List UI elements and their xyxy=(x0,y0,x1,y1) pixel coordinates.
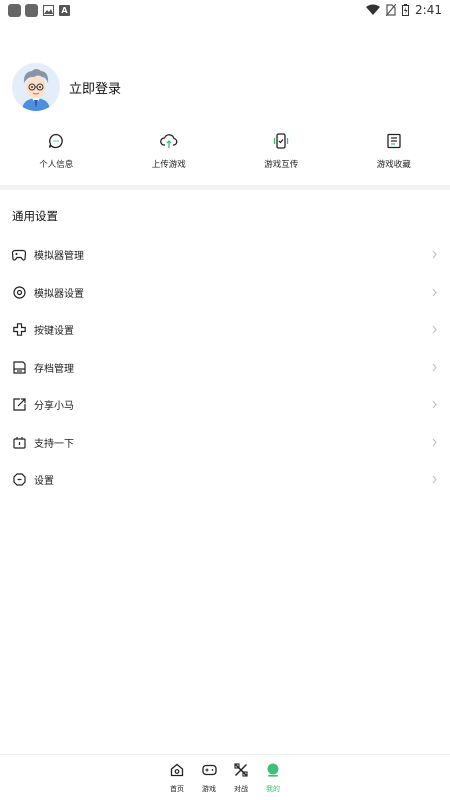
tv-icon xyxy=(12,435,26,449)
quick-item-label: 游戏互传 xyxy=(264,160,299,170)
gamepad-icon xyxy=(201,762,217,778)
gear-icon xyxy=(12,285,26,299)
menu-item-share[interactable]: 分享小马 xyxy=(0,386,450,424)
nav-games[interactable]: 游戏 xyxy=(200,762,218,800)
menu-item-emulator-settings[interactable]: 模拟器设置 xyxy=(0,274,450,312)
bottom-nav: 首页 游戏 对战 我的 xyxy=(0,754,450,800)
menu-item-label: 模拟器设置 xyxy=(34,288,84,300)
settings-menu: 模拟器管理 模拟器设置 按键设置 存档管理 分享小马 支持一下 设置 xyxy=(0,236,450,499)
profile-header[interactable]: 立即登录 xyxy=(12,63,121,111)
menu-item-label: 按键设置 xyxy=(34,326,74,338)
share-icon xyxy=(12,398,26,412)
menu-item-label: 存档管理 xyxy=(34,363,74,375)
nav-home[interactable]: 首页 xyxy=(168,762,186,800)
avatar[interactable] xyxy=(12,63,60,111)
nav-mine[interactable]: 我的 xyxy=(264,762,282,800)
quick-item-game-transfer[interactable]: 游戏互传 xyxy=(225,132,338,180)
app-icon xyxy=(25,3,38,17)
battle-icon xyxy=(233,762,249,778)
cloud-upload-icon xyxy=(159,132,178,150)
clock: 2:41 xyxy=(415,3,442,17)
save-icon xyxy=(12,360,26,374)
chevron-right-icon xyxy=(430,287,438,297)
list-icon xyxy=(385,132,403,150)
battery-icon xyxy=(402,4,410,16)
profile-dot-icon xyxy=(265,762,281,778)
quick-item-game-favorites[interactable]: 游戏收藏 xyxy=(338,132,450,180)
phone-transfer-icon xyxy=(272,132,290,150)
section-divider xyxy=(0,185,450,190)
menu-item-label: 模拟器管理 xyxy=(34,251,84,263)
settings-icon xyxy=(12,473,26,487)
dpad-icon xyxy=(12,323,26,337)
chat-bubble-icon xyxy=(47,132,65,150)
status-bar: A 2:41 xyxy=(0,0,450,20)
quick-item-personal-info[interactable]: 个人信息 xyxy=(0,132,113,180)
menu-item-label: 设置 xyxy=(34,476,54,488)
a-icon: A xyxy=(59,4,70,16)
menu-item-label: 分享小马 xyxy=(34,401,74,413)
chevron-right-icon xyxy=(430,475,438,485)
nav-label: 我的 xyxy=(266,785,280,793)
home-icon xyxy=(169,762,185,778)
chevron-right-icon xyxy=(430,325,438,335)
menu-item-emulator-manage[interactable]: 模拟器管理 xyxy=(0,236,450,274)
notification-icons: A xyxy=(8,3,70,17)
chevron-right-icon xyxy=(430,250,438,260)
section-title: 通用设置 xyxy=(12,209,58,223)
nav-battle[interactable]: 对战 xyxy=(232,762,250,800)
quick-item-label: 游戏收藏 xyxy=(376,160,411,170)
login-link[interactable]: 立即登录 xyxy=(69,78,121,97)
wifi-icon xyxy=(366,4,381,15)
system-icons: 2:41 xyxy=(366,3,442,17)
gamepad-icon xyxy=(12,248,26,262)
chevron-right-icon xyxy=(430,400,438,410)
menu-item-support[interactable]: 支持一下 xyxy=(0,424,450,462)
chevron-right-icon xyxy=(430,362,438,372)
menu-item-label: 支持一下 xyxy=(34,438,74,450)
quick-item-upload-game[interactable]: 上传游戏 xyxy=(113,132,226,180)
menu-item-key-settings[interactable]: 按键设置 xyxy=(0,311,450,349)
menu-item-settings[interactable]: 设置 xyxy=(0,461,450,499)
image-icon xyxy=(42,4,55,17)
quick-item-label: 个人信息 xyxy=(39,160,74,170)
chevron-right-icon xyxy=(430,437,438,447)
app-icon xyxy=(8,3,21,17)
no-sim-icon xyxy=(386,4,397,16)
quick-actions: 个人信息 上传游戏 游戏互传 游戏收藏 xyxy=(0,132,450,180)
nav-label: 游戏 xyxy=(202,785,216,793)
menu-item-save-manage[interactable]: 存档管理 xyxy=(0,349,450,387)
nav-label: 对战 xyxy=(234,785,248,793)
quick-item-label: 上传游戏 xyxy=(151,160,186,170)
nav-label: 首页 xyxy=(170,785,184,793)
